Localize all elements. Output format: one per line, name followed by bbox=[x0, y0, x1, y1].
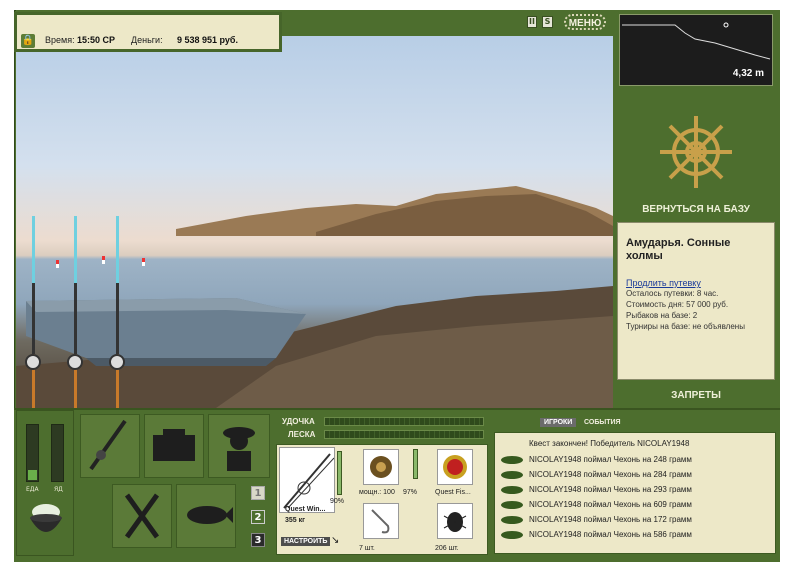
food-gauge bbox=[26, 424, 39, 482]
rod-slot-1-button[interactable]: 1 bbox=[251, 486, 265, 500]
reel-icon bbox=[370, 456, 392, 478]
food-slot[interactable] bbox=[112, 484, 172, 548]
float-2 bbox=[102, 256, 105, 264]
menu-button[interactable]: МЕНЮ bbox=[564, 14, 606, 30]
location-info: Амударья. Сонные холмы Продлить путевку … bbox=[617, 222, 775, 380]
extend-license-link[interactable]: Продлить путевку bbox=[626, 278, 766, 288]
anglers-count: Рыбаков на базе: 2 bbox=[626, 311, 698, 320]
reel-caption: мощн.: 100 bbox=[359, 489, 395, 496]
bait-caption: 206 шт. bbox=[435, 545, 459, 552]
line-bar-label: ЛЕСКА bbox=[288, 430, 316, 439]
fish-icon bbox=[501, 501, 523, 509]
list-item: NICOLAY1948 поймал Чехонь на 293 грамм bbox=[529, 485, 692, 494]
fish-icon bbox=[501, 471, 523, 479]
rod-name: Quest Win... bbox=[285, 506, 326, 513]
lure-caption: Quest Fis... bbox=[435, 489, 471, 496]
lock-icon[interactable]: 🔒 bbox=[21, 34, 35, 48]
hook-cell[interactable] bbox=[363, 503, 399, 539]
fork-knife-icon bbox=[124, 493, 160, 539]
quest-event: Квест закончен! Победитель NICOLAY1948 bbox=[529, 439, 690, 448]
status-box: 🔒 Время: 15:50 СР Деньги: 9 538 951 руб. bbox=[14, 12, 282, 52]
list-item: NICOLAY1948 поймал Чехонь на 586 грамм bbox=[529, 530, 692, 539]
time-value: 15:50 СР bbox=[77, 35, 116, 45]
fish-icon bbox=[501, 456, 523, 464]
hook-icon bbox=[371, 509, 390, 534]
list-item: NICOLAY1948 поймал Чехонь на 284 грамм bbox=[529, 470, 692, 479]
reel-3 bbox=[109, 354, 125, 370]
fisherman-icon bbox=[223, 427, 255, 471]
tackle-box-icon bbox=[153, 429, 195, 461]
food-label: ЕДА bbox=[26, 486, 39, 493]
fisherman-slot[interactable] bbox=[208, 414, 270, 478]
day-cost: Стоимость дня: 57 000 руб. bbox=[626, 300, 729, 309]
ship-wheel-icon[interactable] bbox=[656, 112, 736, 192]
back-to-base-button[interactable]: ВЕРНУТЬСЯ НА БАЗУ bbox=[626, 204, 766, 215]
events-tab[interactable]: СОБЫТИЯ bbox=[584, 419, 621, 426]
line-tension-bar bbox=[324, 430, 484, 439]
setup-button[interactable]: НАСТРОИТЬ bbox=[281, 537, 331, 546]
lure-cell[interactable] bbox=[437, 449, 473, 485]
license-remaining: Осталось путевки: 8 час. bbox=[626, 289, 719, 298]
rod-percent: 90% bbox=[330, 498, 345, 505]
list-item: NICOLAY1948 поймал Чехонь на 172 грамм bbox=[529, 515, 692, 524]
time-label: Время: bbox=[45, 35, 75, 45]
list-item: NICOLAY1948 поймал Чехонь на 248 грамм bbox=[529, 455, 692, 464]
rod-durability-bar bbox=[337, 451, 342, 495]
list-item: NICOLAY1948 поймал Чехонь на 609 грамм bbox=[529, 500, 692, 509]
depth-map[interactable]: 4,32 m bbox=[619, 14, 773, 86]
rod-tension-bar bbox=[324, 417, 484, 426]
poison-label: ЯД bbox=[54, 486, 63, 493]
money-label: Деньги: bbox=[131, 35, 163, 45]
rod-bar-label: УДОЧКА bbox=[282, 417, 315, 426]
fish-icon bbox=[501, 486, 523, 494]
fish-icon bbox=[501, 516, 523, 524]
fish-keepnet-slot[interactable] bbox=[176, 484, 236, 548]
food-gauge-fill bbox=[28, 469, 37, 480]
rod-tool-slot[interactable] bbox=[80, 414, 140, 478]
rod-slot-3-button[interactable]: 3 bbox=[251, 533, 265, 547]
rod-slot-2-button[interactable]: 2 bbox=[251, 510, 265, 524]
rod-2[interactable] bbox=[74, 216, 77, 408]
depth-value: 4,32 m bbox=[732, 68, 764, 79]
bait-cell[interactable] bbox=[437, 503, 473, 539]
reel-percent: 97% bbox=[403, 489, 418, 496]
tackle-box-slot[interactable] bbox=[144, 414, 204, 478]
fishing-scene[interactable] bbox=[16, 36, 613, 408]
float-1 bbox=[56, 260, 59, 268]
reel-durability-bar bbox=[413, 449, 418, 479]
events-panel: Квест закончен! Победитель NICOLAY1948 N… bbox=[494, 432, 776, 554]
rod-reel-icon bbox=[283, 453, 335, 509]
cauldron-icon[interactable] bbox=[26, 500, 66, 544]
tournaments: Турниры на базе: не объявлены bbox=[626, 322, 745, 331]
location-title: Амударья. Сонные холмы bbox=[626, 237, 731, 262]
poison-gauge bbox=[51, 424, 64, 482]
fish-icon bbox=[501, 531, 523, 539]
money-value: 9 538 951 руб. bbox=[177, 35, 238, 45]
reel-1 bbox=[25, 354, 41, 370]
players-tab[interactable]: ИГРОКИ bbox=[540, 418, 577, 427]
pause-button[interactable]: II bbox=[527, 16, 537, 28]
fish-icon bbox=[187, 506, 233, 524]
hook-caption: 7 шт. bbox=[359, 545, 375, 552]
expand-arrow-icon[interactable]: ↘ bbox=[331, 535, 339, 546]
reel-cell[interactable] bbox=[363, 449, 399, 485]
tackle-panel: 90% Quest Win... 355 кг НАСТРОИТЬ ↘ мощн… bbox=[276, 444, 488, 555]
rod-weight: 355 кг bbox=[285, 517, 306, 524]
rod-icon bbox=[89, 419, 127, 471]
beetle-icon bbox=[443, 512, 467, 532]
rod-cell[interactable] bbox=[279, 447, 335, 513]
scene-landscape bbox=[16, 186, 613, 408]
lure-icon bbox=[443, 455, 467, 479]
float-3 bbox=[142, 258, 145, 266]
s-button[interactable]: S bbox=[542, 16, 553, 28]
rod-3[interactable] bbox=[116, 216, 119, 408]
reel-2 bbox=[67, 354, 83, 370]
bans-button[interactable]: ЗАПРЕТЫ bbox=[626, 390, 766, 401]
rod-1[interactable] bbox=[32, 216, 35, 408]
